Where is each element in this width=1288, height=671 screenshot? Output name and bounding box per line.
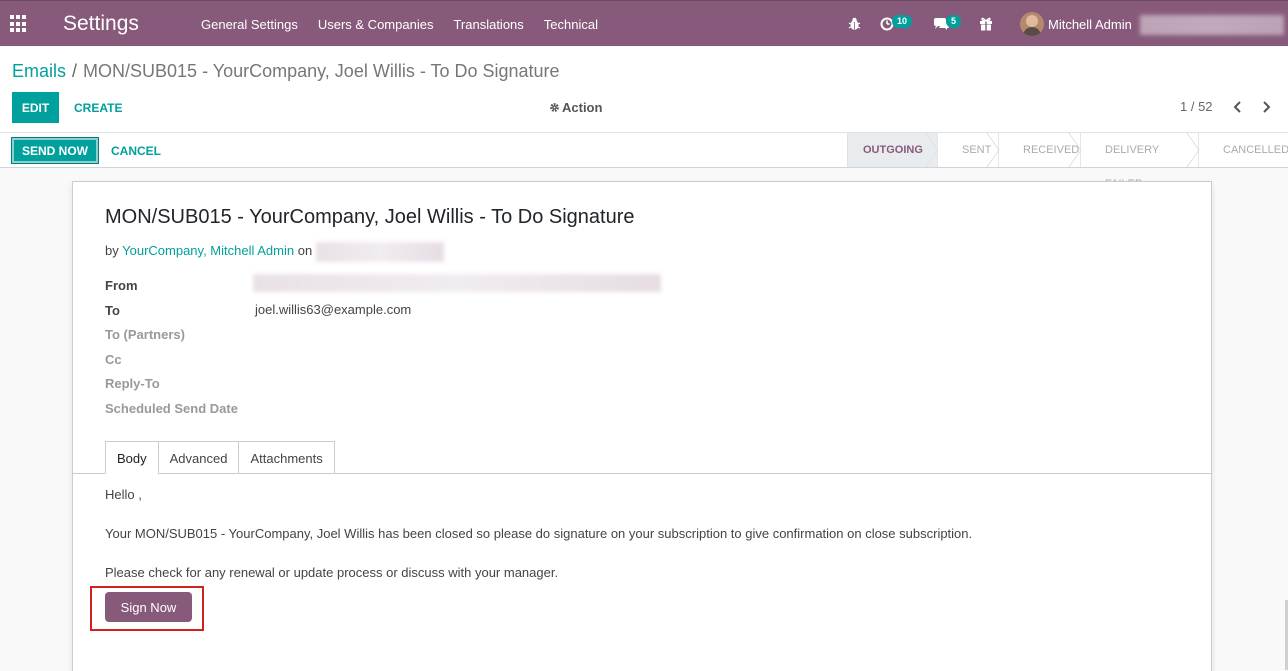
create-button[interactable]: CREATE — [64, 92, 132, 123]
from-label: From — [105, 278, 138, 293]
notebook-tabs: Body Advanced Attachments — [105, 441, 335, 474]
from-value-blurred — [253, 274, 661, 292]
menu-general-settings[interactable]: General Settings — [201, 17, 298, 32]
message-count-badge: 5 — [946, 15, 962, 28]
breadcrumb-separator: / — [72, 61, 78, 81]
activity-count-badge: 10 — [892, 15, 913, 28]
database-name-blurred — [1140, 15, 1284, 35]
byline-on: on — [297, 243, 313, 258]
action-label: Action — [562, 100, 603, 115]
top-navbar: Settings General Settings Users & Compan… — [0, 0, 1288, 46]
date-blurred — [316, 242, 444, 262]
edit-button[interactable]: EDIT — [12, 92, 59, 123]
status-bar: SEND NOW CANCEL OUTGOING SENT RECEIVED D… — [0, 133, 1288, 190]
stage-arrows — [925, 133, 1200, 167]
email-subject-title: MON/SUB015 - YourCompany, Joel Willis - … — [105, 206, 635, 228]
control-panel: Emails / MON/SUB015 - YourCompany, Joel Wi… — [0, 47, 1288, 133]
debug-bug-icon[interactable] — [848, 17, 861, 31]
reply-to-label: Reply-To — [105, 376, 160, 391]
tab-advanced[interactable]: Advanced — [157, 441, 240, 474]
body-paragraph-2: Please check for any renewal or update p… — [105, 565, 559, 580]
form-sheet: MON/SUB015 - YourCompany, Joel Willis - … — [72, 181, 1212, 671]
tab-attachments[interactable]: Attachments — [238, 441, 335, 474]
pager-next-icon[interactable] — [1261, 101, 1271, 113]
email-byline: by YourCompany, Mitchell Admin on — [105, 243, 312, 258]
user-avatar[interactable] — [1020, 12, 1044, 36]
to-value[interactable]: joel.willis63@example.com — [255, 302, 411, 317]
apps-menu-icon[interactable] — [10, 15, 30, 33]
gear-icon — [550, 103, 559, 112]
menu-technical[interactable]: Technical — [544, 17, 598, 32]
breadcrumb-current: MON/SUB015 - YourCompany, Joel Willis - … — [83, 61, 560, 81]
cc-label: Cc — [105, 352, 122, 367]
tab-body[interactable]: Body — [105, 441, 159, 474]
byline-prefix: by — [105, 243, 119, 258]
menu-translations[interactable]: Translations — [453, 17, 523, 32]
breadcrumb: Emails / MON/SUB015 - YourCompany, Joel Wi… — [12, 61, 560, 82]
app-title: Settings — [63, 12, 139, 35]
breadcrumb-emails-link[interactable]: Emails — [12, 61, 66, 81]
menu-users-companies[interactable]: Users & Companies — [318, 17, 434, 32]
scheduled-send-date-label: Scheduled Send Date — [105, 401, 238, 416]
author-link[interactable]: YourCompany, Mitchell Admin — [122, 243, 294, 258]
gift-icon[interactable] — [979, 17, 993, 31]
to-label: To — [105, 303, 120, 318]
main-menu: General Settings Users & Companies Trans… — [201, 17, 618, 32]
pager-previous-icon[interactable] — [1233, 101, 1243, 113]
action-dropdown[interactable]: Action — [549, 100, 602, 115]
body-paragraph-1: Your MON/SUB015 - YourCompany, Joel Will… — [105, 526, 973, 541]
to-partners-label: To (Partners) — [105, 327, 185, 342]
pager-value[interactable]: 1 / 52 — [1180, 99, 1213, 114]
body-greeting: Hello , — [105, 487, 142, 502]
user-name[interactable]: Mitchell Admin — [1048, 17, 1132, 32]
sign-now-button[interactable]: Sign Now — [105, 592, 192, 622]
